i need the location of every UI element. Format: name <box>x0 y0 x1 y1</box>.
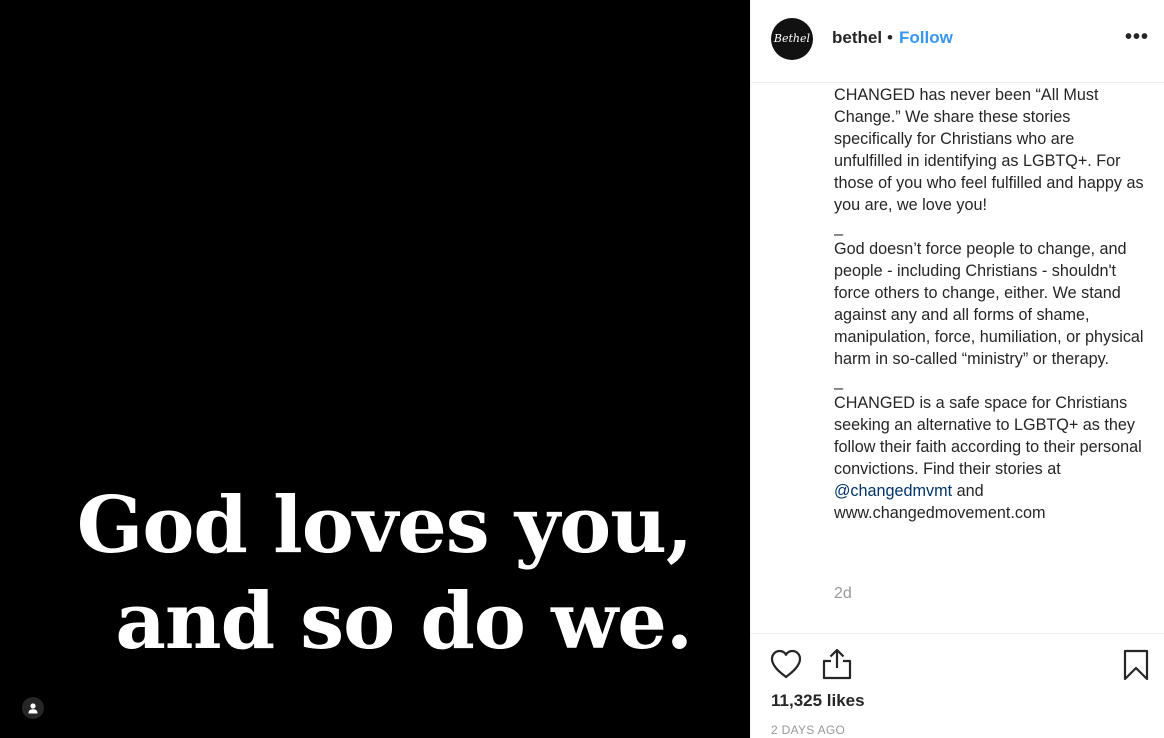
caption-timestamp[interactable]: 2d <box>834 585 852 603</box>
caption-paragraph-3: CHANGED is a safe space for Christians s… <box>834 394 1142 478</box>
heart-icon[interactable] <box>769 648 803 685</box>
caption-separator-1: _ <box>834 218 844 236</box>
caption-separator-2: _ <box>834 372 844 390</box>
post-image-text: God loves you, and so do we. <box>76 478 693 670</box>
post-image-line-2: and so do we. <box>115 576 693 667</box>
post-actions: 11,325 likes 2 DAYS AGO <box>751 633 1164 738</box>
more-options-icon[interactable]: ••• <box>1125 26 1149 49</box>
caption-paragraph-1: CHANGED has never been “All Must Change.… <box>834 86 1144 214</box>
username[interactable]: bethel <box>832 28 882 48</box>
like-count[interactable]: 11,325 likes <box>771 691 865 711</box>
post-date[interactable]: 2 DAYS AGO <box>771 723 845 737</box>
caption: CHANGED has never been “All Must Change.… <box>834 83 1144 633</box>
avatar[interactable]: Bethel <box>771 18 813 60</box>
caption-paragraph-2: God doesn’t force people to change, and … <box>834 240 1144 368</box>
user-tag-icon[interactable] <box>22 697 44 719</box>
caption-paragraph-3-end: and <box>952 482 984 500</box>
bookmark-icon[interactable] <box>1123 649 1149 686</box>
post-sidebar: Bethel bethel • Follow ••• CHANGED has n… <box>750 0 1164 738</box>
mention-link[interactable]: @changedmvmt <box>834 482 952 500</box>
website-url: www.changedmovement.com <box>834 504 1046 522</box>
post-image-line-1: God loves you, <box>76 480 693 571</box>
post-header: Bethel bethel • Follow ••• <box>751 0 1164 83</box>
post-image[interactable]: God loves you, and so do we. <box>0 0 750 738</box>
avatar-logo-text: Bethel <box>773 32 811 45</box>
caption-text: CHANGED has never been “All Must Change.… <box>834 84 1144 524</box>
follow-button[interactable]: Follow <box>899 28 953 48</box>
separator-dot: • <box>887 28 893 47</box>
share-icon[interactable] <box>820 647 854 686</box>
